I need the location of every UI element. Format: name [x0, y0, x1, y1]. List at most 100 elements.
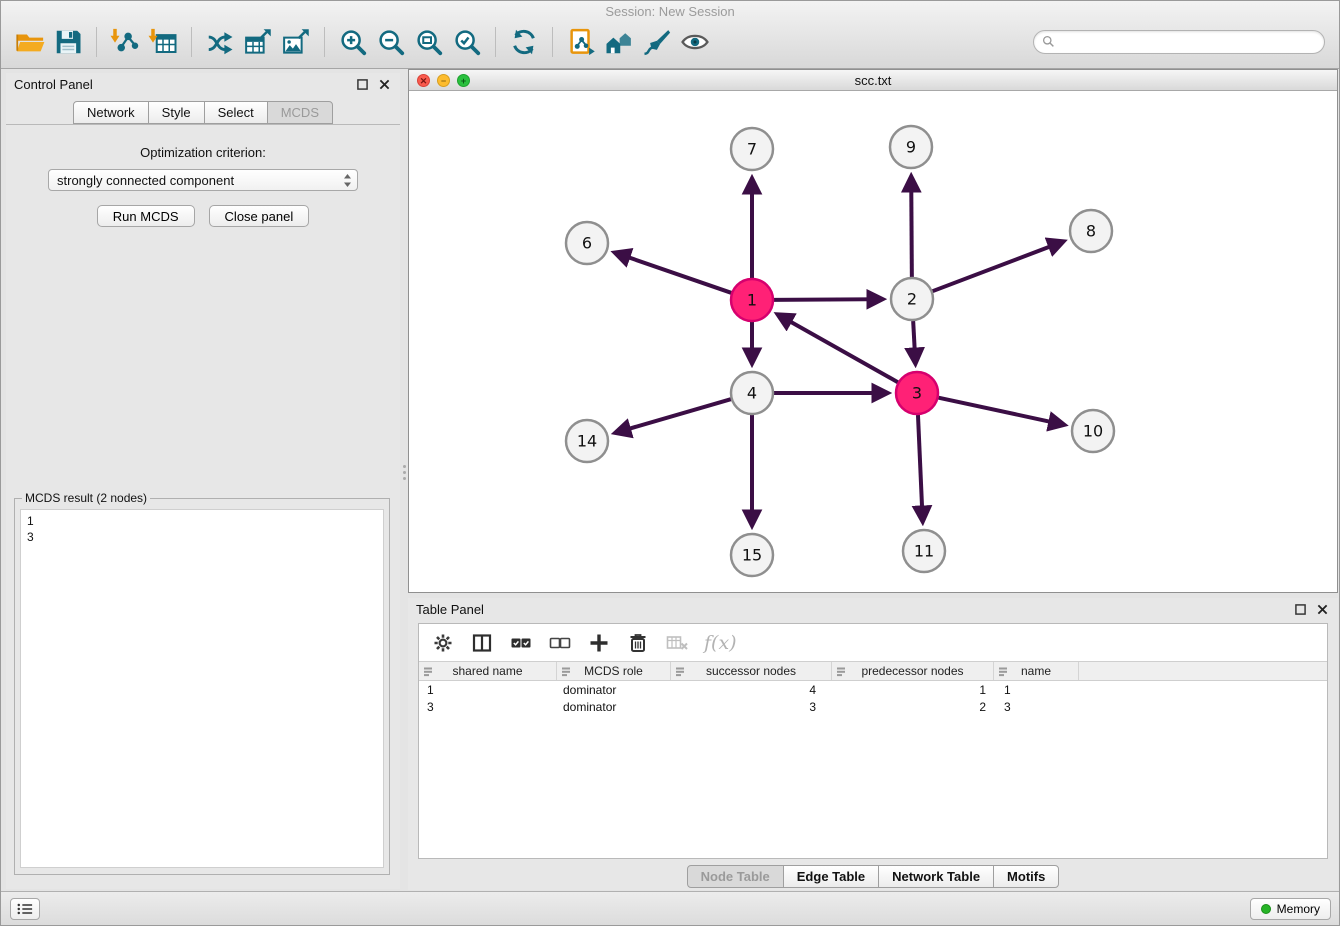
toolbar-separator [324, 27, 325, 57]
style-brush-icon[interactable] [638, 23, 676, 61]
select-all-icon[interactable] [509, 629, 533, 657]
tab-mcds[interactable]: MCDS [267, 101, 333, 124]
optimization-criterion-label: Optimization criterion: [6, 145, 400, 160]
open-folder-icon[interactable] [11, 23, 49, 61]
float-window-icon[interactable] [1292, 601, 1308, 617]
tab-select[interactable]: Select [204, 101, 268, 124]
destroy-table-icon[interactable] [665, 629, 689, 657]
minimize-window-icon[interactable]: − [437, 74, 450, 87]
svg-text:2: 2 [907, 290, 917, 309]
memory-label: Memory [1277, 902, 1320, 916]
graph-node-7[interactable]: 7 [731, 128, 773, 170]
graph-node-9[interactable]: 9 [890, 126, 932, 168]
graph-node-14[interactable]: 14 [566, 420, 608, 462]
tab-node-table[interactable]: Node Table [687, 865, 784, 888]
graph-node-1[interactable]: 1 [731, 279, 773, 321]
graph-node-2[interactable]: 2 [891, 278, 933, 320]
table-row[interactable]: 1dominator411 [419, 681, 1327, 698]
column-header-MCDS-role[interactable]: MCDS role [557, 662, 671, 680]
mcds-result-list[interactable]: 1 3 [20, 509, 384, 868]
column-header-name[interactable]: name [994, 662, 1079, 680]
network-overview-icon[interactable] [600, 23, 638, 61]
zoom-out-icon[interactable] [372, 23, 410, 61]
table-body: 1dominator4113dominator323 [419, 681, 1327, 715]
graph-node-6[interactable]: 6 [566, 222, 608, 264]
graph-node-11[interactable]: 11 [903, 530, 945, 572]
table-cell: 3 [994, 700, 1079, 714]
svg-text:9: 9 [906, 138, 916, 157]
column-header-predecessor-nodes[interactable]: predecessor nodes [832, 662, 994, 680]
network-canvas[interactable]: 7 9 6 8 1 2 4 3 14 10 15 11 [409, 91, 1337, 592]
column-header-successor-nodes[interactable]: successor nodes [671, 662, 832, 680]
svg-text:14: 14 [577, 432, 597, 451]
function-builder-icon[interactable]: f(x) [704, 629, 737, 657]
close-icon[interactable] [1314, 601, 1330, 617]
graph-edge-3-1[interactable] [778, 315, 898, 382]
maximize-window-icon[interactable]: + [457, 74, 470, 87]
tab-network-table[interactable]: Network Table [878, 865, 994, 888]
delete-icon[interactable] [626, 629, 650, 657]
table-tabs: Node Table Edge Table Network Table Moti… [408, 865, 1338, 888]
mcds-result-item[interactable]: 3 [27, 529, 377, 545]
search-icon [1042, 35, 1055, 48]
export-network-icon[interactable] [201, 23, 239, 61]
close-icon[interactable] [376, 76, 392, 92]
search-input[interactable] [1060, 34, 1316, 49]
columns-icon[interactable] [470, 629, 494, 657]
table-cell: 1 [832, 683, 994, 697]
zoom-selected-icon[interactable] [448, 23, 486, 61]
graph-edge-1-2[interactable] [774, 299, 882, 300]
graph-edge-2-3[interactable] [913, 321, 915, 363]
optimization-criterion-select[interactable]: strongly connected component [48, 169, 358, 191]
mcds-result-item[interactable]: 1 [27, 513, 377, 529]
show-hide-icon[interactable] [676, 23, 714, 61]
tab-motifs[interactable]: Motifs [993, 865, 1059, 888]
graph-node-3[interactable]: 3 [896, 372, 938, 414]
graph-edge-2-8[interactable] [933, 242, 1063, 292]
search-box[interactable] [1033, 30, 1325, 54]
graph-node-10[interactable]: 10 [1072, 410, 1114, 452]
float-window-icon[interactable] [354, 76, 370, 92]
task-history-icon[interactable] [10, 898, 40, 920]
table-row[interactable]: 3dominator323 [419, 698, 1327, 715]
graph-edge-3-11[interactable] [918, 415, 923, 521]
gear-icon[interactable] [431, 629, 455, 657]
close-window-icon[interactable]: ✕ [417, 74, 430, 87]
save-session-icon[interactable] [49, 23, 87, 61]
network-window: ✕ − + scc.txt 7968124314101511 [408, 69, 1338, 593]
svg-text:3: 3 [912, 384, 922, 403]
svg-text:1: 1 [747, 291, 757, 310]
graph-edge-3-10[interactable] [939, 398, 1064, 425]
export-image-icon[interactable] [277, 23, 315, 61]
table-cell: 1 [994, 683, 1079, 697]
graph-edge-1-6[interactable] [615, 253, 731, 293]
table-cell: dominator [557, 683, 671, 697]
import-network-icon[interactable] [106, 23, 144, 61]
graph-node-8[interactable]: 8 [1070, 210, 1112, 252]
memory-button[interactable]: Memory [1250, 898, 1331, 920]
control-panel: Control Panel Network Style Select MCDS … [6, 73, 400, 889]
zoom-fit-icon[interactable] [410, 23, 448, 61]
panel-splitter[interactable] [402, 69, 407, 889]
run-mcds-button[interactable]: Run MCDS [97, 205, 195, 227]
add-icon[interactable] [587, 629, 611, 657]
import-table-icon[interactable] [144, 23, 182, 61]
graph-node-15[interactable]: 15 [731, 534, 773, 576]
refresh-layout-icon[interactable] [505, 23, 543, 61]
table-cell: 3 [671, 700, 832, 714]
graph-edge-2-9[interactable] [911, 177, 912, 277]
svg-text:10: 10 [1083, 422, 1103, 441]
graph-edge-4-14[interactable] [616, 399, 731, 432]
tab-edge-table[interactable]: Edge Table [783, 865, 879, 888]
close-panel-button[interactable]: Close panel [209, 205, 310, 227]
export-table-icon[interactable] [239, 23, 277, 61]
deselect-all-icon[interactable] [548, 629, 572, 657]
zoom-in-icon[interactable] [334, 23, 372, 61]
duplicate-network-icon[interactable] [562, 23, 600, 61]
graph-node-4[interactable]: 4 [731, 372, 773, 414]
svg-text:6: 6 [582, 234, 592, 253]
tab-network[interactable]: Network [73, 101, 149, 124]
svg-text:4: 4 [747, 384, 757, 403]
tab-style[interactable]: Style [148, 101, 205, 124]
column-header-shared-name[interactable]: shared name [419, 662, 557, 680]
